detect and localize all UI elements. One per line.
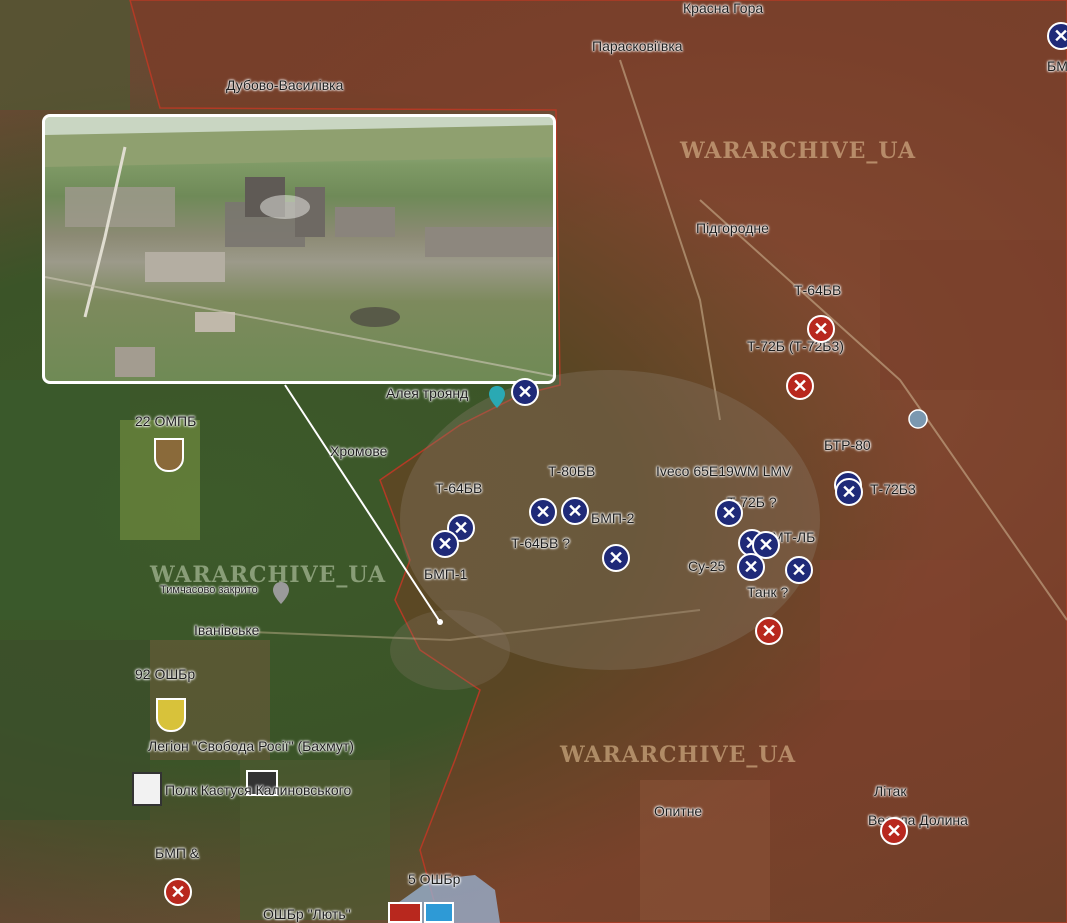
loss-marker-icon[interactable]: ✕	[737, 553, 765, 581]
equipment-label: БМП-1	[424, 566, 468, 582]
loss-marker-icon[interactable]: ✕	[785, 556, 813, 584]
loss-marker-icon[interactable]: ✕	[715, 499, 743, 527]
loss-marker-icon[interactable]: ✕	[529, 498, 557, 526]
place-label: Іванівське	[194, 622, 260, 638]
place-label: Парасковіївка	[592, 38, 683, 54]
unit-label: 22 ОМПБ	[135, 413, 197, 429]
unit-emblem-icon[interactable]	[156, 698, 186, 732]
place-label: Підгородне	[696, 220, 769, 236]
equipment-label: БТР-80	[824, 437, 871, 453]
map-canvas[interactable]: WARARCHIVE_UA WARARCHIVE_UA WARARCHIVE_U…	[0, 0, 1067, 923]
loss-marker-icon[interactable]: ✕	[880, 817, 908, 845]
watermark: WARARCHIVE_UA	[560, 742, 797, 768]
unit-label: ОШБр "Лють"	[263, 906, 351, 922]
loss-marker-icon[interactable]: ✕	[511, 378, 539, 406]
loss-marker-icon[interactable]: ✕	[602, 544, 630, 572]
equipment-label: Су-25	[688, 558, 726, 574]
unit-emblem-icon[interactable]	[154, 438, 184, 472]
equipment-label: Танк ?	[747, 584, 789, 600]
unit-label: 92 ОШБр	[135, 666, 196, 682]
place-label: Опитне	[654, 803, 703, 819]
place-label: Тимчасово закрито	[160, 584, 258, 596]
unit-label: Полк Кастуся Калиновського	[165, 782, 352, 798]
unit-emblem-icon[interactable]	[424, 902, 454, 923]
aerial-photo-inset	[42, 114, 556, 384]
equipment-label: Т-64БВ	[794, 282, 842, 298]
unit-emblem-icon[interactable]	[132, 772, 162, 806]
loss-marker-icon[interactable]: ✕	[807, 315, 835, 343]
place-label: Алея троянд	[386, 385, 469, 401]
equipment-label: Т-64БВ ?	[511, 535, 570, 551]
equipment-label: Т-64БВ	[435, 480, 483, 496]
loss-marker-icon[interactable]: ✕	[835, 478, 863, 506]
equipment-label: Iveco 65E19WM LMV	[656, 463, 792, 479]
equipment-label: БМП-1	[1047, 58, 1067, 74]
aerial-photo	[45, 117, 553, 377]
place-label: Дубово-Василівка	[226, 77, 344, 93]
place-label: Красна Гора	[683, 0, 764, 16]
unit-emblem-icon[interactable]	[388, 902, 422, 923]
equipment-label: БМП &	[155, 845, 200, 861]
place-label: Літак	[874, 783, 907, 799]
loss-marker-icon[interactable]: ✕	[786, 372, 814, 400]
equipment-label: БМП-2	[591, 510, 635, 526]
equipment-label: Т-80БВ	[548, 463, 596, 479]
unit-label: Легіон "Свобода Росії" (Бахмут)	[148, 738, 354, 754]
unit-label: 5 ОШБр	[408, 871, 461, 887]
loss-marker-icon[interactable]: ✕	[561, 497, 589, 525]
loss-marker-icon[interactable]: ✕	[755, 617, 783, 645]
watermark: WARARCHIVE_UA	[680, 138, 917, 164]
loss-marker-icon[interactable]: ✕	[164, 878, 192, 906]
place-label: Хромове	[330, 443, 388, 459]
loss-marker-icon[interactable]: ✕	[431, 530, 459, 558]
equipment-label: Т-72Б3	[870, 481, 916, 497]
loss-marker-icon[interactable]: ✕	[1047, 22, 1067, 50]
equipment-label: Т-72Б (Т-72Б3)	[747, 338, 844, 354]
